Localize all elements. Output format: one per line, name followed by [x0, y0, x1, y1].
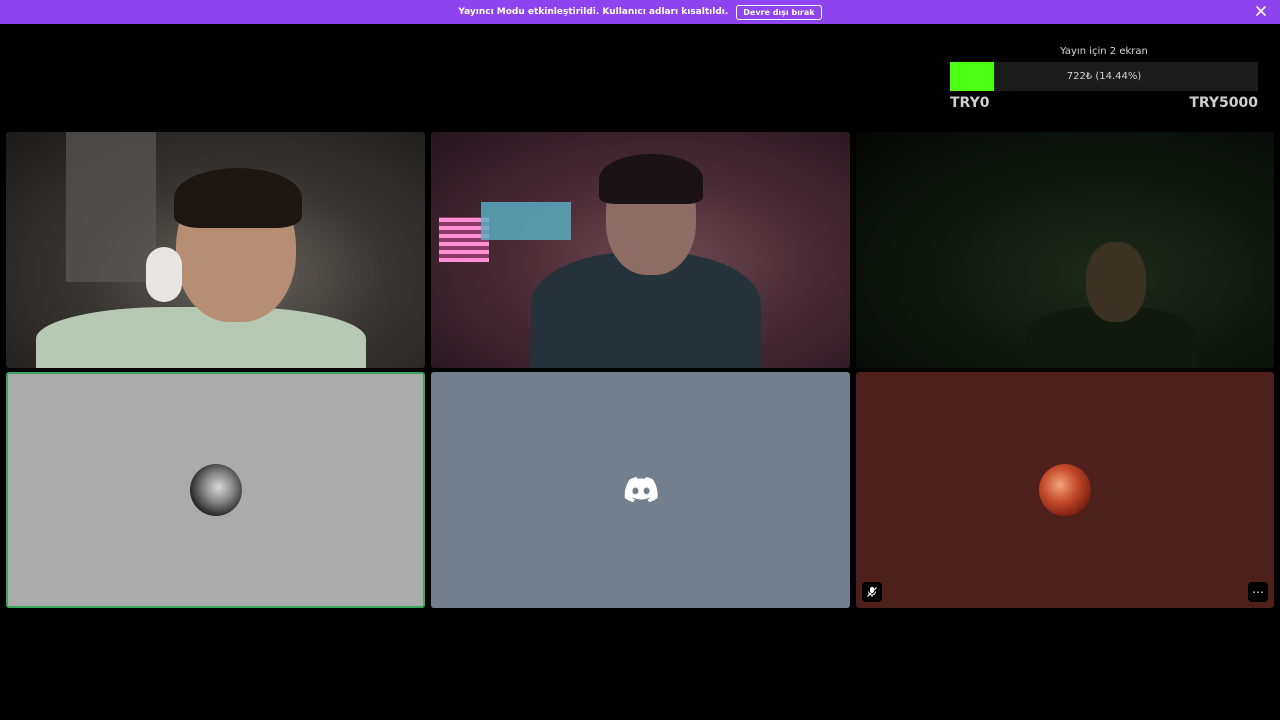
participant-hair — [599, 154, 703, 204]
goal-progress-bar: 722₺ (14.44%) — [950, 62, 1258, 91]
discord-logo-icon — [624, 477, 658, 503]
participant-tile-speaking[interactable] — [6, 372, 425, 608]
avatar — [1039, 464, 1091, 516]
muted-mic-icon[interactable] — [862, 582, 882, 602]
goal-progress-text: 722₺ (14.44%) — [1066, 71, 1142, 82]
banner-message: Yayıncı Modu etkinleştirildi. Kullanıcı … — [458, 7, 729, 17]
participant-tile-default-avatar[interactable] — [431, 372, 850, 608]
goal-title: Yayın için 2 ekran — [1060, 46, 1148, 57]
participant-body — [36, 307, 366, 368]
background-window — [66, 132, 156, 282]
participant-tile-muted[interactable]: ⋯ — [856, 372, 1274, 608]
participant-face — [1086, 242, 1146, 322]
video-tile-3[interactable] — [856, 132, 1274, 368]
headphones — [146, 247, 182, 302]
video-tile-2[interactable] — [431, 132, 850, 368]
more-options-icon[interactable]: ⋯ — [1248, 582, 1268, 602]
participant-hair — [174, 168, 302, 228]
video-tile-1[interactable] — [6, 132, 425, 368]
goal-max-label: TRY5000 — [1189, 95, 1258, 111]
donation-goal-widget: Yayın için 2 ekran 722₺ (14.44%) TRY0 TR… — [950, 46, 1258, 111]
aquarium — [481, 202, 571, 240]
avatar — [189, 464, 242, 516]
streamer-mode-banner: Yayıncı Modu etkinleştirildi. Kullanıcı … — [0, 0, 1280, 24]
goal-min-label: TRY0 — [950, 95, 990, 111]
close-icon[interactable] — [1254, 4, 1268, 18]
disable-streamer-mode-button[interactable]: Devre dışı bırak — [736, 4, 822, 20]
